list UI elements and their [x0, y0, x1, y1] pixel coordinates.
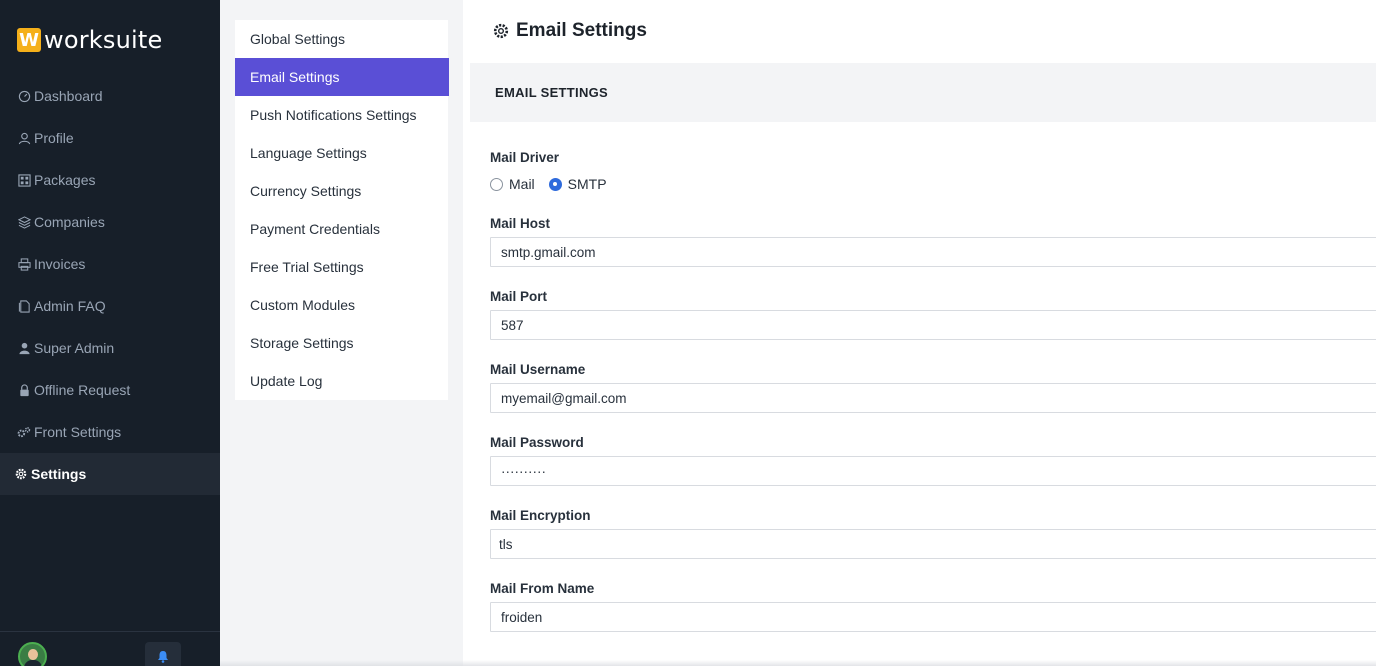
settings-submenu: Global Settings Email Settings Push Noti… [235, 20, 449, 400]
sidebar-item-profile[interactable]: Profile [0, 117, 220, 159]
user-solid-icon [17, 341, 31, 355]
user-icon [17, 131, 31, 145]
submenu-item-free-trial-settings[interactable]: Free Trial Settings [235, 248, 448, 286]
sidebar-item-settings[interactable]: Settings [0, 453, 220, 495]
submenu-item-push-notifications-settings[interactable]: Push Notifications Settings [235, 96, 448, 134]
sidebar-item-label: Companies [34, 214, 105, 230]
mail-from-name-label: Mail From Name [490, 581, 595, 596]
app-root: W worksuite Dashboard Profile Packages C… [0, 0, 1376, 666]
mail-encryption-select[interactable] [490, 529, 1376, 559]
submenu-item-update-log[interactable]: Update Log [235, 362, 448, 400]
sidebar-item-dashboard[interactable]: Dashboard [0, 75, 220, 117]
submenu-item-language-settings[interactable]: Language Settings [235, 134, 448, 172]
sidebar: W worksuite Dashboard Profile Packages C… [0, 0, 220, 666]
mail-host-label: Mail Host [490, 216, 551, 231]
printer-icon [17, 257, 31, 271]
radio-smtp[interactable] [548, 177, 562, 191]
submenu-item-email-settings[interactable]: Email Settings [235, 58, 449, 96]
mail-password-input[interactable] [490, 456, 1376, 486]
avatar[interactable] [18, 642, 47, 666]
main-content: Email Settings EMAIL SETTINGS Mail Drive… [463, 0, 1376, 666]
page-title-text: Email Settings [516, 20, 647, 41]
mail-host-group: Mail Host [490, 216, 1376, 267]
sidebar-item-label: Admin FAQ [34, 298, 106, 314]
sidebar-item-admin-faq[interactable]: Admin FAQ [0, 285, 220, 327]
sidebar-nav: Dashboard Profile Packages Companies Inv… [0, 75, 220, 495]
mail-driver-options: Mail SMTP [490, 176, 1376, 192]
lock-icon [17, 383, 31, 397]
brand-logo[interactable]: W worksuite [17, 26, 163, 54]
layers-icon [17, 215, 31, 229]
sidebar-item-label: Super Admin [34, 340, 115, 356]
logo-mark: W [17, 28, 41, 52]
bell-icon [157, 650, 169, 666]
sidebar-item-label: Profile [34, 130, 74, 146]
radio-mail-label: Mail [509, 176, 535, 192]
mail-encryption-label: Mail Encryption [490, 508, 591, 523]
submenu-item-currency-settings[interactable]: Currency Settings [235, 172, 448, 210]
mail-encryption-group: Mail Encryption [490, 508, 1376, 559]
section-header: EMAIL SETTINGS [470, 63, 1376, 122]
mail-driver-option-mail[interactable]: Mail [490, 176, 535, 192]
gear-icon [492, 22, 510, 40]
sidebar-item-companies[interactable]: Companies [0, 201, 220, 243]
grid-icon [17, 173, 31, 187]
notifications-button[interactable] [145, 642, 181, 666]
mail-port-label: Mail Port [490, 289, 548, 304]
mail-host-input[interactable] [490, 237, 1376, 267]
sidebar-item-label: Front Settings [34, 424, 122, 440]
logo-text: worksuite [44, 26, 163, 54]
sidebar-item-super-admin[interactable]: Super Admin [0, 327, 220, 369]
submenu-item-custom-modules[interactable]: Custom Modules [235, 286, 448, 324]
submenu-item-storage-settings[interactable]: Storage Settings [235, 324, 448, 362]
avatar-body [24, 660, 42, 666]
radio-smtp-label: SMTP [567, 176, 607, 192]
mail-password-group: Mail Password [490, 435, 1376, 486]
cogs-icon [17, 425, 31, 439]
mail-from-name-group: Mail From Name [490, 581, 1376, 632]
sidebar-item-label: Packages [34, 172, 96, 188]
sidebar-item-label: Invoices [34, 256, 86, 272]
submenu-item-payment-credentials[interactable]: Payment Credentials [235, 210, 448, 248]
sidebar-item-label: Dashboard [34, 88, 103, 104]
sidebar-item-packages[interactable]: Packages [0, 159, 220, 201]
mail-port-input[interactable] [490, 310, 1376, 340]
sidebar-item-label: Settings [31, 466, 87, 482]
mail-password-label: Mail Password [490, 435, 584, 450]
sidebar-item-invoices[interactable]: Invoices [0, 243, 220, 285]
sidebar-footer [0, 631, 220, 666]
mail-username-group: Mail Username [490, 362, 1376, 413]
gear-icon [14, 467, 28, 481]
sidebar-item-label: Offline Request [34, 382, 131, 398]
mail-driver-label: Mail Driver [490, 150, 560, 165]
mail-from-name-input[interactable] [490, 602, 1376, 632]
avatar-face [28, 649, 38, 660]
submenu-item-global-settings[interactable]: Global Settings [235, 20, 448, 58]
email-settings-form: Mail Driver Mail SMTP Mail Host M [490, 150, 1376, 632]
radio-mail[interactable] [490, 177, 503, 191]
bottom-fade [220, 660, 1376, 666]
file-icon [17, 299, 31, 313]
mail-username-label: Mail Username [490, 362, 586, 377]
page-title: Email Settings [492, 20, 647, 42]
mail-driver-option-smtp[interactable]: SMTP [548, 176, 607, 192]
dashboard-icon [17, 89, 31, 103]
mail-driver-group: Mail Driver Mail SMTP [490, 150, 1376, 192]
mail-port-group: Mail Port [490, 289, 1376, 340]
sidebar-item-front-settings[interactable]: Front Settings [0, 411, 220, 453]
mail-username-input[interactable] [490, 383, 1376, 413]
sidebar-item-offline-request[interactable]: Offline Request [0, 369, 220, 411]
